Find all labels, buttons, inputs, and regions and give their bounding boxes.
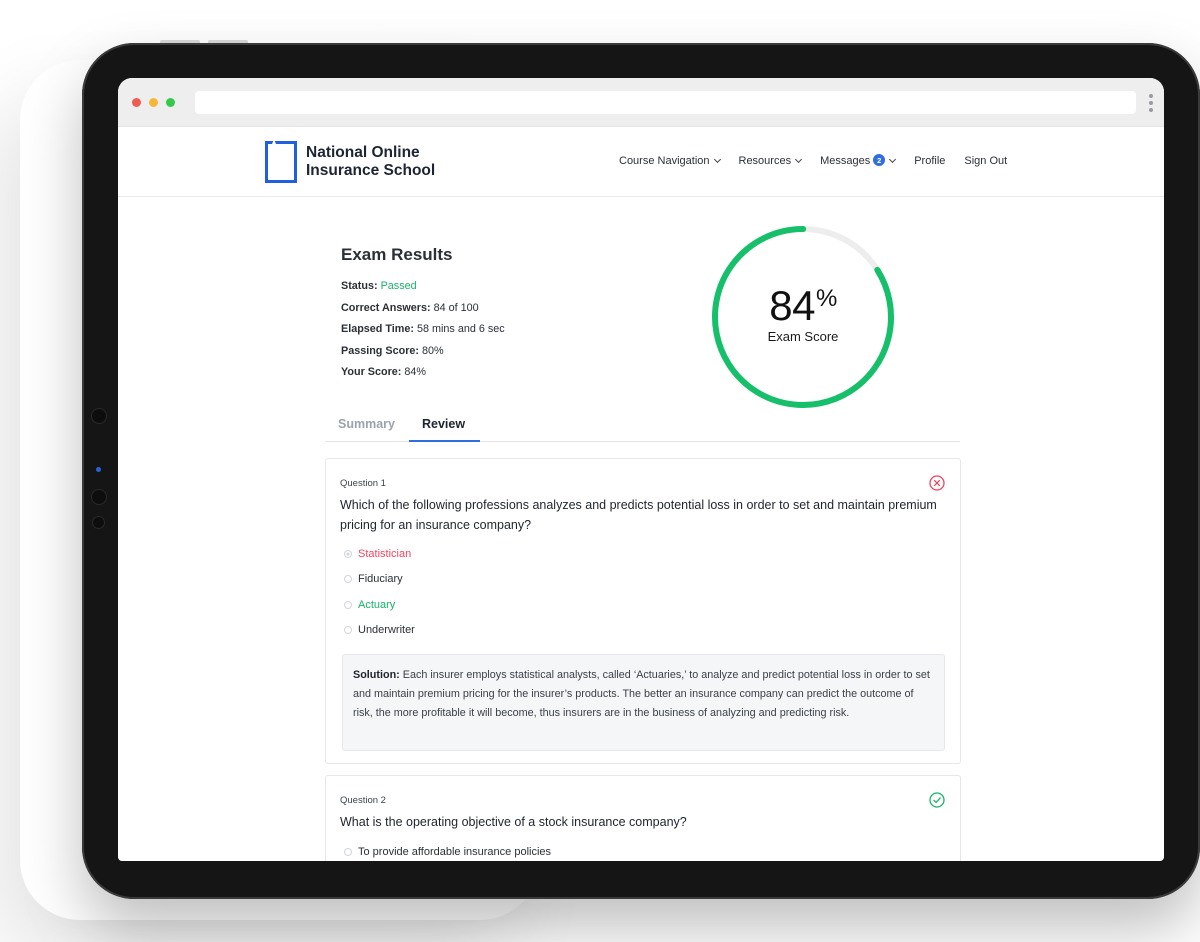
logo-icon[interactable] [265,141,297,183]
question-text: What is the operating objective of a sto… [340,815,687,829]
solution-label: Solution: [353,669,400,681]
radio-icon [344,626,352,635]
tab-summary[interactable]: Summary [338,417,395,431]
radio-icon [344,575,352,584]
close-window-icon[interactable] [132,98,141,107]
stat-correct: Correct Answers: 84 of 100 [341,298,505,320]
stat-elapsed-label: Elapsed Time: [341,323,415,335]
answer-option-label: Actuary [358,598,396,611]
stat-passing-value: 80% [422,344,444,357]
answer-option[interactable]: Actuary [344,592,415,618]
stat-passing-label: Passing Score: [341,344,420,357]
gauge-number: 84 [769,282,815,329]
gauge-label: Exam Score [767,329,839,344]
stat-correct-label: Correct Answers: [341,301,431,314]
question-number: Question 1 [340,478,386,489]
gauge-unit: % [815,285,837,312]
answer-options: To provide affordable insurance policies [344,839,551,861]
chevron-down-icon [713,155,721,164]
stat-correct-value: 84 of 100 [433,301,479,314]
exam-stats: Status: Passed Correct Answers: 84 of 10… [341,276,505,384]
stat-elapsed-value: 58 mins and 6 sec [417,323,505,335]
main-nav: Course Navigation Resources Messages 2 P… [619,154,1007,167]
exam-results-title: Exam Results [341,245,453,264]
logo-line-2: Insurance School [306,162,436,179]
question-card: Question 2 What is the operating objecti… [325,775,961,861]
answer-option[interactable]: Fiduciary [344,567,415,593]
nav-course-navigation-label: Course Navigation [619,155,710,167]
answer-option[interactable]: Statistician [344,541,415,567]
maximize-window-icon[interactable] [166,98,175,107]
active-tab-indicator [409,440,480,442]
incorrect-icon [929,475,945,491]
tab-review[interactable]: Review [422,417,465,431]
stat-status: Status: Passed [341,276,505,298]
solution-text: Each insurer employs statistical analyst… [353,669,930,719]
answer-option-label: To provide affordable insurance policies [358,845,552,858]
device-camera-indicator [96,467,101,472]
device-sensor [92,490,106,504]
logo-line-1: National Online [306,144,420,161]
stat-status-value: Passed [380,280,417,292]
stat-status-label: Status: [341,280,378,292]
stat-score-value: 84% [404,366,427,378]
results-tabs: Summary Review [325,409,960,442]
minimize-window-icon[interactable] [149,98,158,107]
stat-elapsed: Elapsed Time: 58 mins and 6 sec [341,319,505,341]
answer-options: Statistician Fiduciary Actuary Underwrit… [344,541,415,643]
stat-passing: Passing Score: 80% [341,341,505,363]
nav-course-navigation[interactable]: Course Navigation [619,155,721,167]
radio-selected-icon [344,549,352,558]
nav-resources-label: Resources [738,155,792,167]
stat-score: Your Score: 84% [341,362,505,384]
messages-count-badge: 2 [873,154,886,166]
answer-option-label: Fiduciary [358,573,403,586]
browser-menu-icon[interactable] [1148,94,1154,112]
browser-toolbar [118,78,1164,127]
nav-messages[interactable]: Messages 2 [820,154,897,167]
nav-messages-label: Messages [820,155,871,167]
chevron-down-icon [795,155,803,164]
radio-icon [344,847,352,856]
stat-score-label: Your Score: [341,366,402,378]
logo-text[interactable]: National Online Insurance School [306,144,435,180]
nav-resources[interactable]: Resources [738,155,803,167]
answer-option[interactable]: To provide affordable insurance policies [344,839,551,861]
solution-box: Solution: Each insurer employs statistic… [342,654,945,751]
screen: National Online Insurance School Course … [118,78,1164,861]
question-text: Which of the following professions analy… [340,498,937,532]
site-header: National Online Insurance School Course … [118,127,1164,197]
address-bar[interactable] [195,91,1136,114]
answer-option[interactable]: Underwriter [344,618,415,644]
radio-icon [344,600,352,609]
question-number: Question 2 [340,795,386,806]
answer-option-label: Statistician [358,547,412,560]
gauge-value: 84% [706,282,900,330]
nav-sign-out[interactable]: Sign Out [964,155,1007,167]
chevron-down-icon [889,155,897,164]
device-sensor [93,517,104,528]
answer-option-label: Underwriter [358,624,415,637]
device-sensor [92,409,106,423]
correct-icon [929,792,945,808]
question-card: Question 1 Which of the following profes… [325,458,961,764]
nav-profile[interactable]: Profile [914,155,945,167]
